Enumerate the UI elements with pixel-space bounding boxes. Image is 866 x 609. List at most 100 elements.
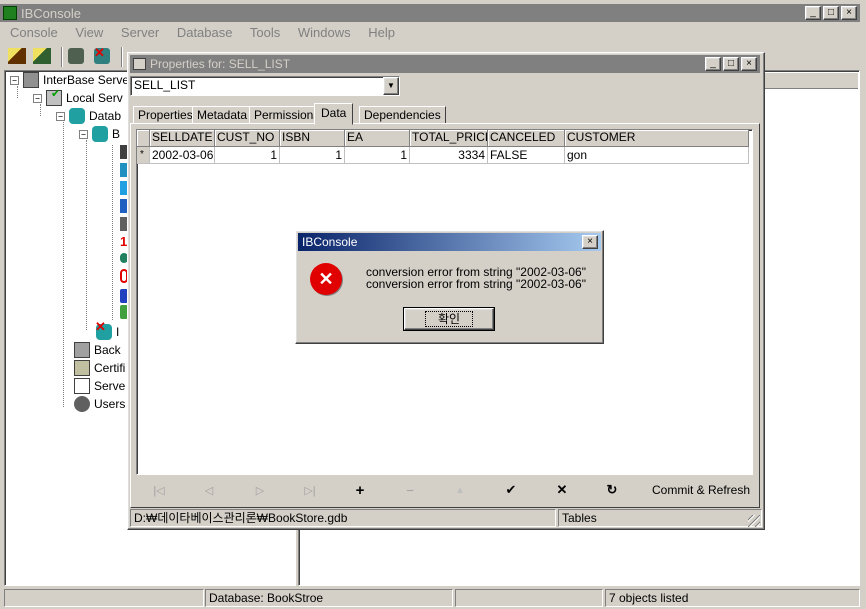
last-record-button[interactable]: ▷| xyxy=(287,479,333,501)
tree-item-disconnected-db[interactable]: ✕ I xyxy=(95,319,120,341)
menu-database[interactable]: Database xyxy=(177,25,233,40)
menu-server[interactable]: Server xyxy=(121,25,159,40)
maximize-button[interactable]: □ xyxy=(823,6,839,20)
status-left xyxy=(4,589,204,607)
register-server-icon[interactable] xyxy=(8,48,26,64)
resize-grip-icon[interactable] xyxy=(748,515,760,527)
collapse-icon[interactable]: − xyxy=(56,111,65,121)
table-row[interactable]: * 2002-03-06 1 1 1 3334 FALSE gon xyxy=(137,147,752,164)
menu-tools[interactable]: Tools xyxy=(250,25,280,40)
column-header[interactable]: CUST_NO xyxy=(215,130,280,147)
insert-record-button[interactable]: + xyxy=(337,479,383,501)
menu-help[interactable]: Help xyxy=(368,25,395,40)
table-select[interactable]: SELL_LIST ▼ xyxy=(130,76,400,96)
column-header[interactable]: CUSTOMER xyxy=(565,130,749,147)
tab-data[interactable]: Data xyxy=(314,103,354,125)
refresh-button[interactable]: ↻ xyxy=(589,479,635,501)
grid-header: SELLDATE CUST_NO ISBN EA TOTAL_PRICE CAN… xyxy=(137,130,752,147)
tree-lines-3 xyxy=(63,122,64,407)
chevron-down-icon[interactable]: ▼ xyxy=(383,77,399,95)
cancel-edit-button[interactable]: ✕ xyxy=(539,479,585,501)
dialog-titlebar[interactable]: IBConsole × xyxy=(298,233,601,251)
tree-label: InterBase Serve xyxy=(43,73,130,87)
cell-canceled[interactable]: FALSE xyxy=(488,147,565,164)
unregister-server-icon[interactable] xyxy=(33,48,51,64)
tree-item-local-server[interactable]: − ✔ Local Serv xyxy=(33,88,123,107)
menu-view[interactable]: View xyxy=(75,25,103,40)
collapse-icon[interactable]: − xyxy=(33,93,42,103)
grid-indicator-header xyxy=(137,130,150,147)
tab-properties[interactable]: Properties xyxy=(133,106,198,124)
prior-record-button[interactable]: ◁ xyxy=(186,479,232,501)
disconnect-x-icon: ✕ xyxy=(94,45,105,60)
commit-refresh-button[interactable]: Commit & Refresh xyxy=(652,483,750,497)
tab-dependencies[interactable]: Dependencies xyxy=(359,106,446,124)
column-header[interactable]: CANCELED xyxy=(488,130,565,147)
minimize-button[interactable]: _ xyxy=(705,57,721,71)
delete-record-button[interactable]: − xyxy=(387,479,433,501)
tree-item-users[interactable]: Users xyxy=(74,395,125,413)
object-type-status: Tables xyxy=(558,509,762,527)
cell-selldate[interactable]: 2002-03-06 xyxy=(150,147,215,164)
status-objects: 7 objects listed xyxy=(605,589,860,607)
backup-icon xyxy=(74,342,90,358)
menu-windows[interactable]: Windows xyxy=(298,25,351,40)
tree-item-bookstore[interactable]: − B xyxy=(79,125,120,143)
close-button[interactable]: × xyxy=(841,6,857,20)
tree-label: Certifi xyxy=(94,361,126,375)
table-window-icon xyxy=(133,58,146,70)
tree-label: Datab xyxy=(89,109,122,123)
properties-titlebar[interactable]: Properties for: SELL_LIST _ □ × xyxy=(130,55,760,73)
column-header[interactable]: TOTAL_PRICE xyxy=(410,130,488,147)
db-path-status: D:₩데이타베이스관리론₩BookStore.gdb xyxy=(130,509,556,527)
tree-item-interbase-servers[interactable]: − InterBase Serve xyxy=(10,71,129,89)
collapse-icon[interactable]: − xyxy=(79,129,88,139)
tree-item-server-log[interactable]: Serve xyxy=(74,377,125,395)
tree-lines-5 xyxy=(112,145,113,320)
db-navigator: |◁ ◁ ▷ ▷| + − ▲ ✔ ✕ ↻ Commit & Refresh xyxy=(136,479,753,503)
tree-lines-4 xyxy=(86,140,87,330)
column-header[interactable]: SELLDATE xyxy=(150,130,215,147)
main-menubar: Console View Server Database Tools Windo… xyxy=(10,24,409,42)
cell-customer[interactable]: gon xyxy=(565,147,749,164)
disconnected-x-icon: ✕ xyxy=(95,319,106,334)
server-log-icon xyxy=(74,378,90,394)
maximize-button[interactable]: □ xyxy=(723,57,739,71)
column-header[interactable]: ISBN xyxy=(280,130,345,147)
connected-check-icon: ✔ xyxy=(51,88,61,100)
dialog-close-button[interactable]: × xyxy=(582,235,598,249)
tree-item-certificates[interactable]: Certifi xyxy=(74,359,125,377)
cell-total-price[interactable]: 3334 xyxy=(410,147,488,164)
column-header[interactable]: EA xyxy=(345,130,410,147)
row-marker: * xyxy=(137,147,150,164)
cell-ea[interactable]: 1 xyxy=(345,147,410,164)
ibconsole-app-icon xyxy=(3,6,17,20)
dialog-title: IBConsole xyxy=(302,235,358,249)
tree-item-backup[interactable]: Back xyxy=(74,341,121,359)
ok-button[interactable]: 확인 xyxy=(403,307,495,331)
collapse-icon[interactable]: − xyxy=(10,75,19,85)
database-icon xyxy=(92,126,108,142)
tree-label: Users xyxy=(94,397,126,411)
minimize-button[interactable]: _ xyxy=(805,6,821,20)
connect-icon[interactable] xyxy=(68,48,84,64)
post-edit-button[interactable]: ✔ xyxy=(488,479,534,501)
error-icon: ✕ xyxy=(310,263,342,295)
close-button[interactable]: × xyxy=(741,57,757,71)
status-database: Database: BookStroe xyxy=(205,589,453,607)
menu-console[interactable]: Console xyxy=(10,25,58,40)
cell-cust-no[interactable]: 1 xyxy=(215,147,280,164)
cell-isbn[interactable]: 1 xyxy=(280,147,345,164)
edit-record-button[interactable]: ▲ xyxy=(437,479,483,501)
status-middle xyxy=(455,589,603,607)
first-record-button[interactable]: |◁ xyxy=(136,479,182,501)
next-record-button[interactable]: ▷ xyxy=(237,479,283,501)
main-titlebar[interactable]: IBConsole _ □ × xyxy=(0,4,860,22)
error-dialog: IBConsole × ✕ conversion error from stri… xyxy=(295,230,604,344)
tab-metadata[interactable]: Metadata xyxy=(192,106,253,124)
table-select-value: SELL_LIST xyxy=(134,78,196,92)
tree-label: I xyxy=(116,325,120,339)
tree-item-databases[interactable]: − Datab xyxy=(56,107,121,125)
certificate-icon xyxy=(74,360,90,376)
error-message-line-2: conversion error from string "2002-03-06… xyxy=(366,277,586,291)
